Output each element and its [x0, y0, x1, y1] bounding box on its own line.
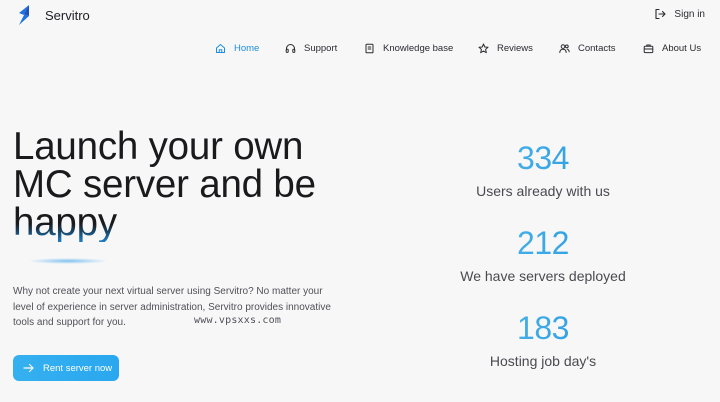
watermark-text: www.vpsxxs.com	[194, 315, 282, 326]
stat-value: 183	[430, 312, 656, 344]
nav-item-label: About Us	[662, 43, 702, 54]
nav-item-label: Support	[304, 43, 338, 54]
hero-description: Why not create your next virtual server …	[13, 286, 331, 328]
briefcase-icon	[643, 43, 654, 54]
main-navigation: Home Support Knowledge base Reviews Cont…	[0, 43, 720, 57]
stat-servers: 212 We have servers deployed	[430, 227, 656, 284]
stat-value: 212	[430, 227, 656, 259]
landing-page: Servitro Sign in Home Support Knowledge …	[0, 0, 720, 402]
nav-item-contacts[interactable]: Contacts	[559, 43, 616, 54]
brand-name: Servitro	[45, 7, 90, 23]
hero-title-highlight: happy	[13, 203, 373, 242]
headphones-icon	[285, 43, 296, 54]
stat-label: Users already with us	[476, 183, 610, 199]
rent-server-button[interactable]: Rent server now	[13, 355, 119, 381]
nav-item-label: Knowledge base	[383, 43, 454, 54]
sign-in-icon	[654, 8, 666, 20]
stat-value: 334	[430, 142, 656, 174]
hero-title-line: MC server and be	[13, 163, 316, 206]
stat-label: We have servers deployed	[460, 268, 626, 284]
nav-item-support[interactable]: Support	[285, 43, 337, 54]
stat-users: 334 Users already with us	[430, 142, 656, 199]
nav-item-about-us[interactable]: About Us	[643, 43, 701, 54]
nav-item-label: Reviews	[497, 43, 533, 54]
nav-item-reviews[interactable]: Reviews	[478, 43, 533, 54]
nav-item-label: Contacts	[578, 43, 616, 54]
star-icon	[478, 43, 489, 54]
home-icon	[215, 43, 226, 54]
users-icon	[559, 43, 570, 54]
sign-in-label: Sign in	[674, 8, 705, 20]
sign-in-button[interactable]: Sign in	[654, 8, 705, 20]
hero-title-line: Launch your own	[13, 125, 304, 168]
stat-label: Hosting job day's	[489, 353, 597, 369]
logo-icon	[17, 4, 31, 26]
hero-title: Launch your own MC server and be happy	[13, 125, 373, 242]
nav-item-knowledge-base[interactable]: Knowledge base	[364, 43, 453, 54]
arrow-right-icon	[23, 363, 34, 373]
nav-item-label: Home	[234, 43, 260, 54]
book-icon	[364, 43, 375, 54]
brand-logo-link[interactable]: Servitro	[17, 4, 90, 26]
title-underline-glow	[28, 258, 108, 264]
rent-server-label: Rent server now	[43, 362, 113, 374]
stat-hosting-days: 183 Hosting job day's	[430, 312, 656, 369]
nav-item-home[interactable]: Home	[215, 43, 259, 54]
